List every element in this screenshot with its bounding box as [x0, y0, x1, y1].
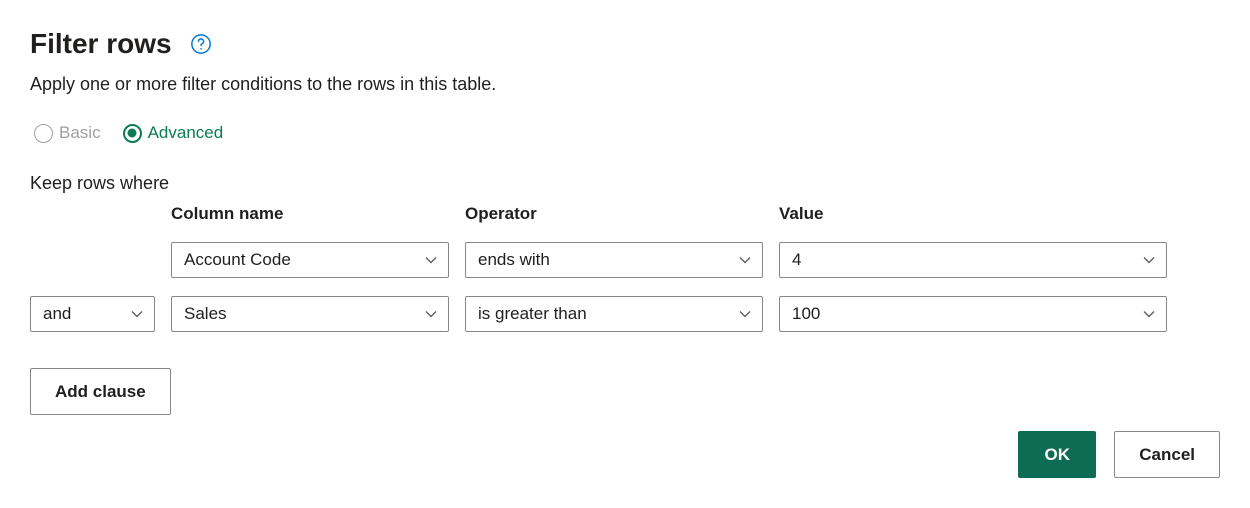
- clause-value-select[interactable]: 100: [779, 296, 1167, 332]
- radio-advanced-label: Advanced: [148, 123, 224, 143]
- cancel-button[interactable]: Cancel: [1114, 431, 1220, 478]
- column-header-operator: Operator: [465, 204, 763, 224]
- clause-logic-select[interactable]: and: [30, 296, 155, 332]
- chevron-down-icon: [1142, 253, 1156, 267]
- clause-value-value: 100: [792, 304, 820, 324]
- clause-value-value: 4: [792, 250, 801, 270]
- clause-column-select[interactable]: Account Code: [171, 242, 449, 278]
- clause-value-select[interactable]: 4: [779, 242, 1167, 278]
- chevron-down-icon: [1142, 307, 1156, 321]
- clause-logic-value: and: [43, 304, 71, 324]
- radio-basic[interactable]: Basic: [34, 123, 101, 143]
- chevron-down-icon: [130, 307, 144, 321]
- help-icon[interactable]: [190, 33, 212, 55]
- chevron-down-icon: [738, 253, 752, 267]
- clause-operator-value: is greater than: [478, 304, 587, 324]
- chevron-down-icon: [424, 307, 438, 321]
- radio-icon: [123, 124, 142, 143]
- column-header-value: Value: [779, 204, 1167, 224]
- clause-operator-select[interactable]: is greater than: [465, 296, 763, 332]
- radio-basic-label: Basic: [59, 123, 101, 143]
- add-clause-button[interactable]: Add clause: [30, 368, 171, 415]
- keep-rows-label: Keep rows where: [30, 173, 1220, 194]
- mode-radio-group: Basic Advanced: [34, 123, 1220, 143]
- clause-operator-value: ends with: [478, 250, 550, 270]
- radio-advanced[interactable]: Advanced: [123, 123, 224, 143]
- clause-operator-select[interactable]: ends with: [465, 242, 763, 278]
- chevron-down-icon: [738, 307, 752, 321]
- ok-button[interactable]: OK: [1018, 431, 1096, 478]
- radio-icon: [34, 124, 53, 143]
- clause-column-value: Sales: [184, 304, 227, 324]
- chevron-down-icon: [424, 253, 438, 267]
- page-title: Filter rows: [30, 28, 172, 60]
- column-header-column-name: Column name: [171, 204, 449, 224]
- clause-column-value: Account Code: [184, 250, 291, 270]
- subheading: Apply one or more filter conditions to t…: [30, 74, 1220, 95]
- clause-column-select[interactable]: Sales: [171, 296, 449, 332]
